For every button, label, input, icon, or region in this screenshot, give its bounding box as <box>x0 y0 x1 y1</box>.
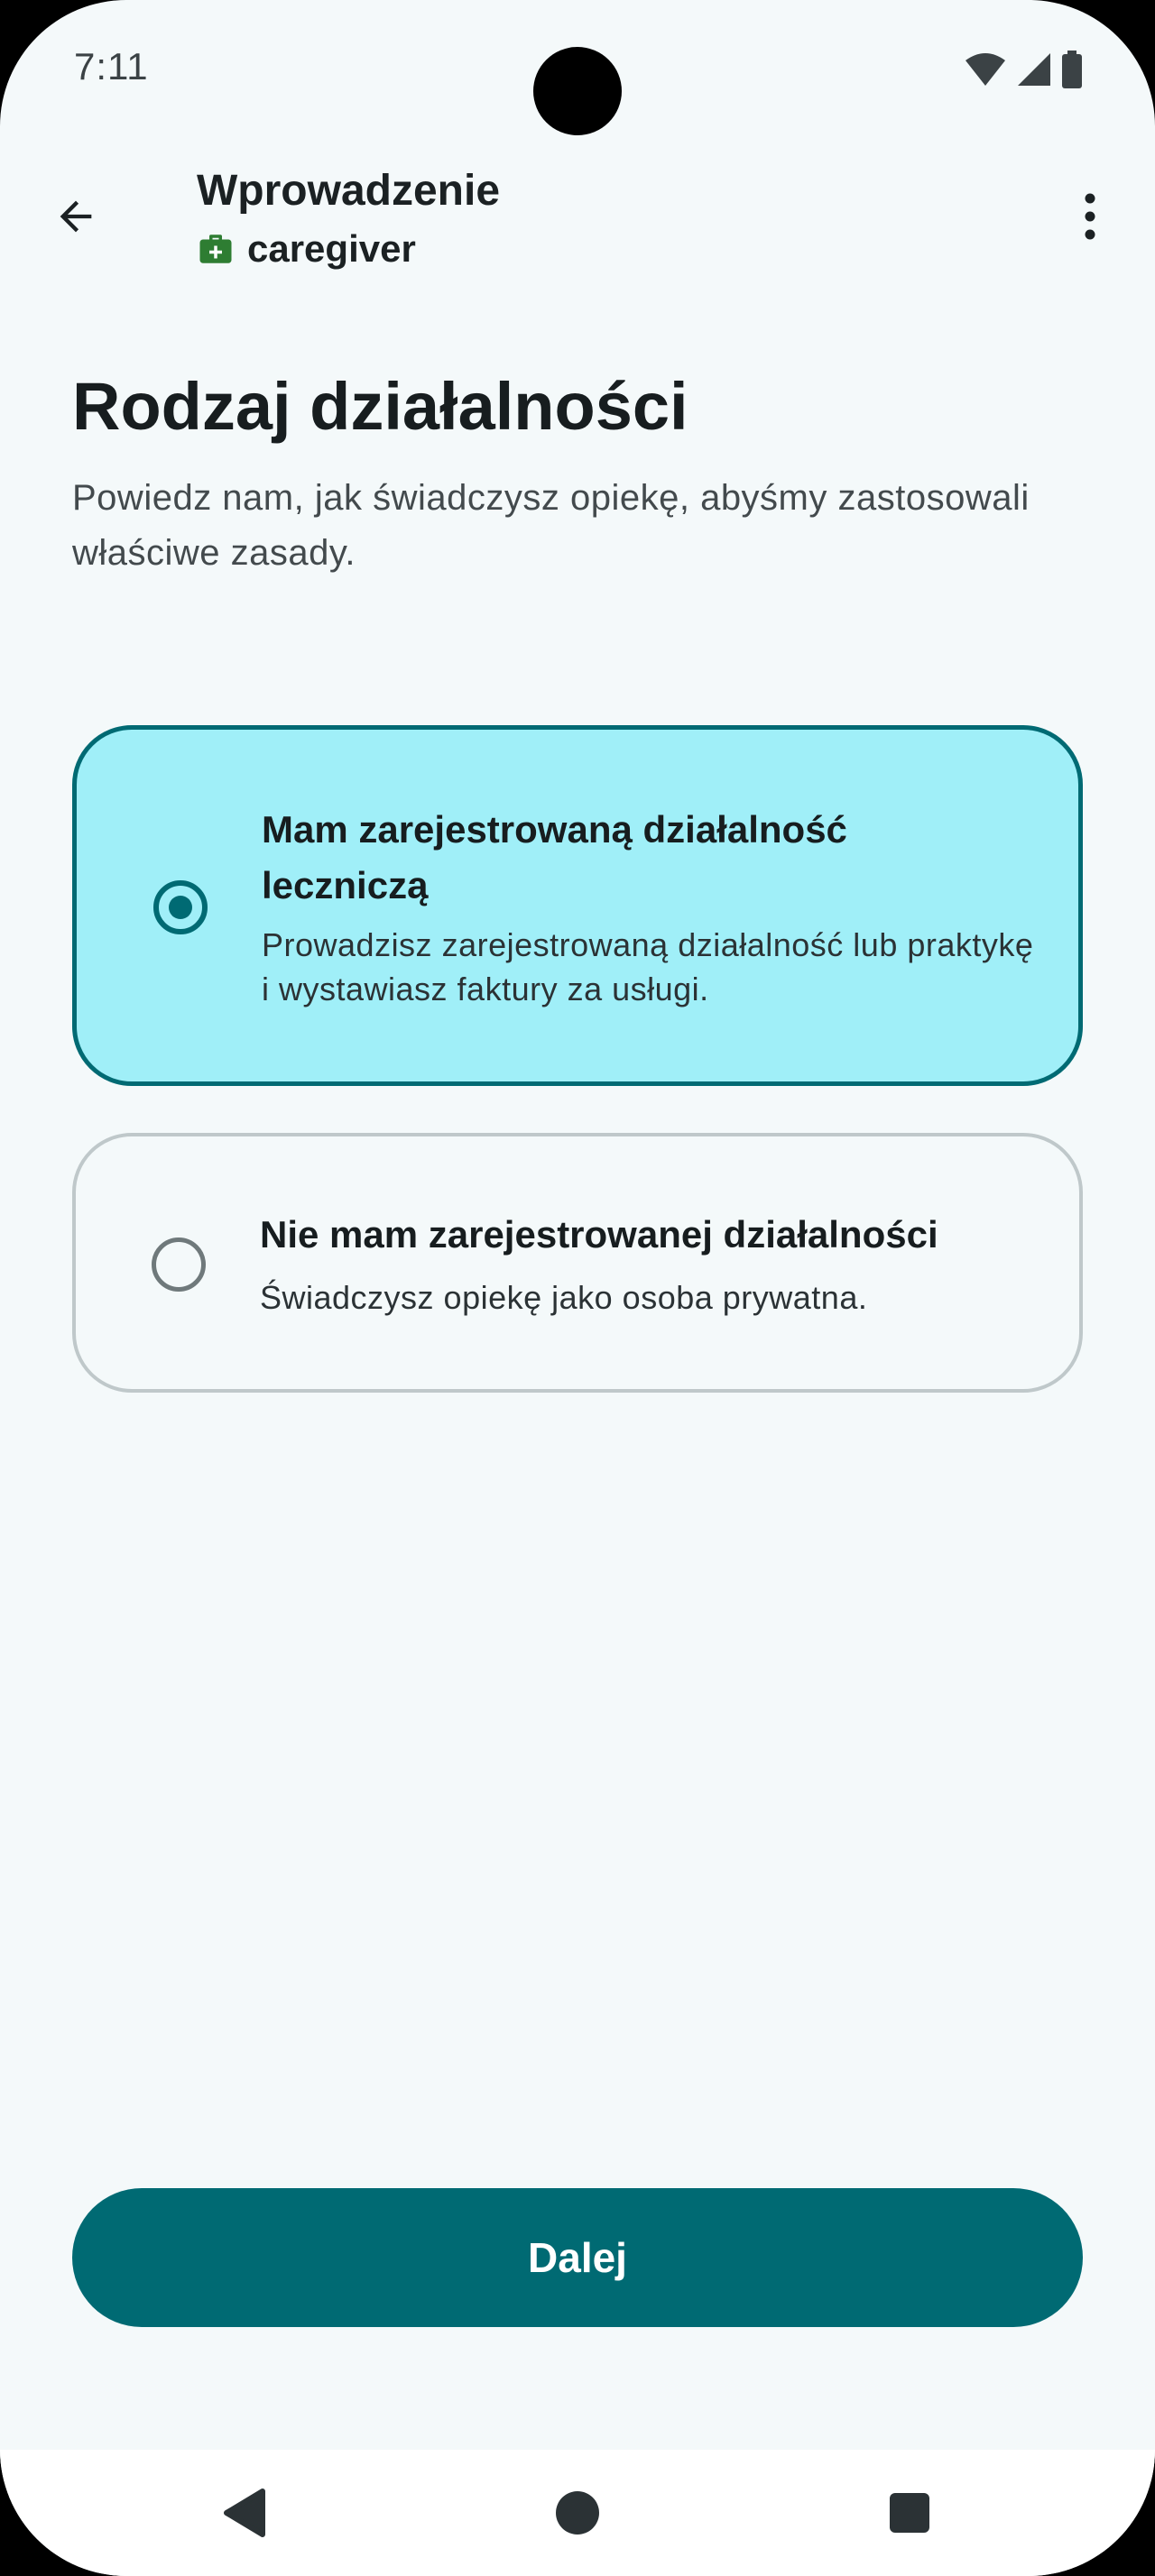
system-nav-bar <box>0 2450 1155 2576</box>
recents-square-icon <box>890 2493 929 2533</box>
page-title: Rodzaj działalności <box>72 369 688 444</box>
screen-title: Wprowadzenie <box>197 167 501 215</box>
more-options-button[interactable] <box>1058 184 1123 249</box>
nav-recents-button[interactable] <box>882 2486 937 2540</box>
arrow-back-icon <box>60 200 92 233</box>
app-bar: Wprowadzenie caregiver <box>0 159 1155 294</box>
nav-home-button[interactable] <box>550 2486 605 2540</box>
home-circle-icon <box>556 2491 599 2535</box>
more-vert-icon <box>1085 193 1095 240</box>
status-icons <box>964 51 1083 88</box>
back-button[interactable] <box>43 184 108 249</box>
role-indicator: caregiver <box>197 227 416 271</box>
nav-back-button[interactable] <box>217 2486 271 2540</box>
battery-icon <box>1062 51 1082 88</box>
next-button[interactable]: Dalej <box>72 2188 1083 2327</box>
radio-selected[interactable] <box>153 880 208 934</box>
status-bar: 7:11 <box>0 0 1155 135</box>
option-description: Świadczysz opiekę jako osoba prywatna. <box>260 1279 868 1316</box>
option-registered-business[interactable]: Mam zarejestrowaną działalność leczniczą… <box>72 725 1083 1086</box>
medical-bag-icon <box>199 235 232 263</box>
signal-icon <box>1018 53 1050 86</box>
option-no-business[interactable]: Nie mam zarejestrowanej działalności Świ… <box>72 1133 1083 1393</box>
role-label: caregiver <box>247 227 416 270</box>
phone-screen: 7:11 Wprowadzenie caregiver Rodzaj dział… <box>0 0 1155 2576</box>
back-triangle-icon <box>224 2489 265 2537</box>
option-title: Mam zarejestrowaną działalność leczniczą <box>262 808 847 906</box>
camera-cutout <box>533 47 622 135</box>
option-title: Nie mam zarejestrowanej działalności <box>260 1213 938 1256</box>
wifi-icon <box>966 53 1005 86</box>
page-description: Powiedz nam, jak świadczysz opiekę, abyś… <box>72 478 1030 573</box>
option-description: Prowadzisz zarejestrowaną działalność lu… <box>262 926 1034 1007</box>
radio-unselected[interactable] <box>152 1237 206 1292</box>
status-time: 7:11 <box>74 45 149 87</box>
